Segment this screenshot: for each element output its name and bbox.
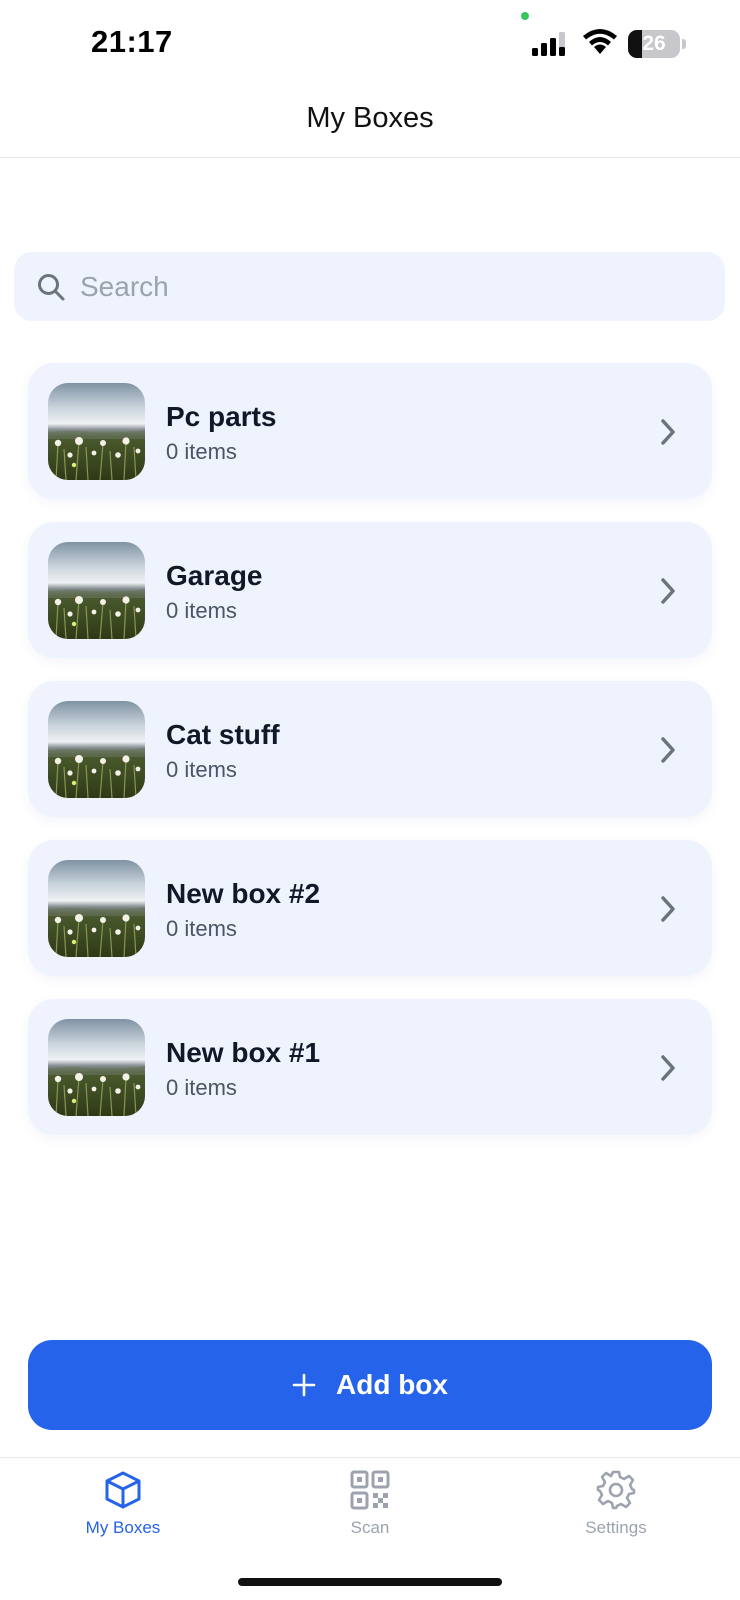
search-input[interactable] [80,252,700,321]
box-item-count: 0 items [166,757,237,782]
status-bar: 21:17 26 [0,0,740,88]
box-name: New box #1 [166,1037,321,1068]
camera-indicator-dot [521,12,529,20]
box-name: Pc parts [166,401,277,432]
tab-label: Settings [585,1518,647,1537]
gear-icon [596,1470,636,1510]
box-thumbnail-image [48,701,145,798]
box-card-cat-stuff[interactable]: Cat stuff 0 items [28,681,712,817]
box-card-new-box-2[interactable]: New box #2 0 items [28,840,712,976]
box-item-count: 0 items [166,598,237,623]
wifi-icon [583,29,617,54]
box-list: Pc parts 0 items Garage 0 items Cat stuf… [28,363,712,1158]
battery-indicator: 26 [628,30,686,58]
box-card-new-box-1[interactable]: New box #1 0 items [28,999,712,1135]
chevron-right-icon [661,419,675,445]
box-card-pc-parts[interactable]: Pc parts 0 items [28,363,712,499]
plus-icon [292,1373,316,1397]
qr-code-icon [350,1470,390,1510]
chevron-right-icon [661,1055,675,1081]
battery-percent: 26 [642,32,666,55]
box-thumbnail-image [48,383,145,480]
add-box-label: Add box [336,1369,448,1400]
page-title: My Boxes [306,102,434,134]
box-thumbnail-image [48,1019,145,1116]
box-name: New box #2 [166,878,321,909]
chevron-right-icon [661,737,675,763]
cube-icon [105,1471,141,1509]
box-card-garage[interactable]: Garage 0 items [28,522,712,658]
tab-label: Scan [350,1518,390,1537]
home-indicator[interactable] [238,1578,502,1586]
tab-my-boxes[interactable]: My Boxes [53,1470,193,1550]
status-time: 21:17 [91,24,173,59]
box-item-count: 0 items [166,916,237,941]
box-thumbnail-image [48,542,145,639]
chevron-right-icon [661,578,675,604]
box-name: Garage [166,560,263,591]
box-name: Cat stuff [166,719,280,750]
add-box-button[interactable]: Add box [28,1340,712,1430]
cellular-signal-icon [532,32,565,56]
search-bar[interactable] [14,252,725,321]
box-item-count: 0 items [166,439,237,464]
box-item-count: 0 items [166,1075,237,1100]
tab-label: My Boxes [85,1518,161,1537]
search-icon [38,274,65,301]
chevron-right-icon [661,896,675,922]
navigation-header: My Boxes [0,88,740,158]
tab-scan[interactable]: Scan [300,1470,440,1550]
tab-settings[interactable]: Settings [546,1470,686,1550]
box-thumbnail-image [48,860,145,957]
